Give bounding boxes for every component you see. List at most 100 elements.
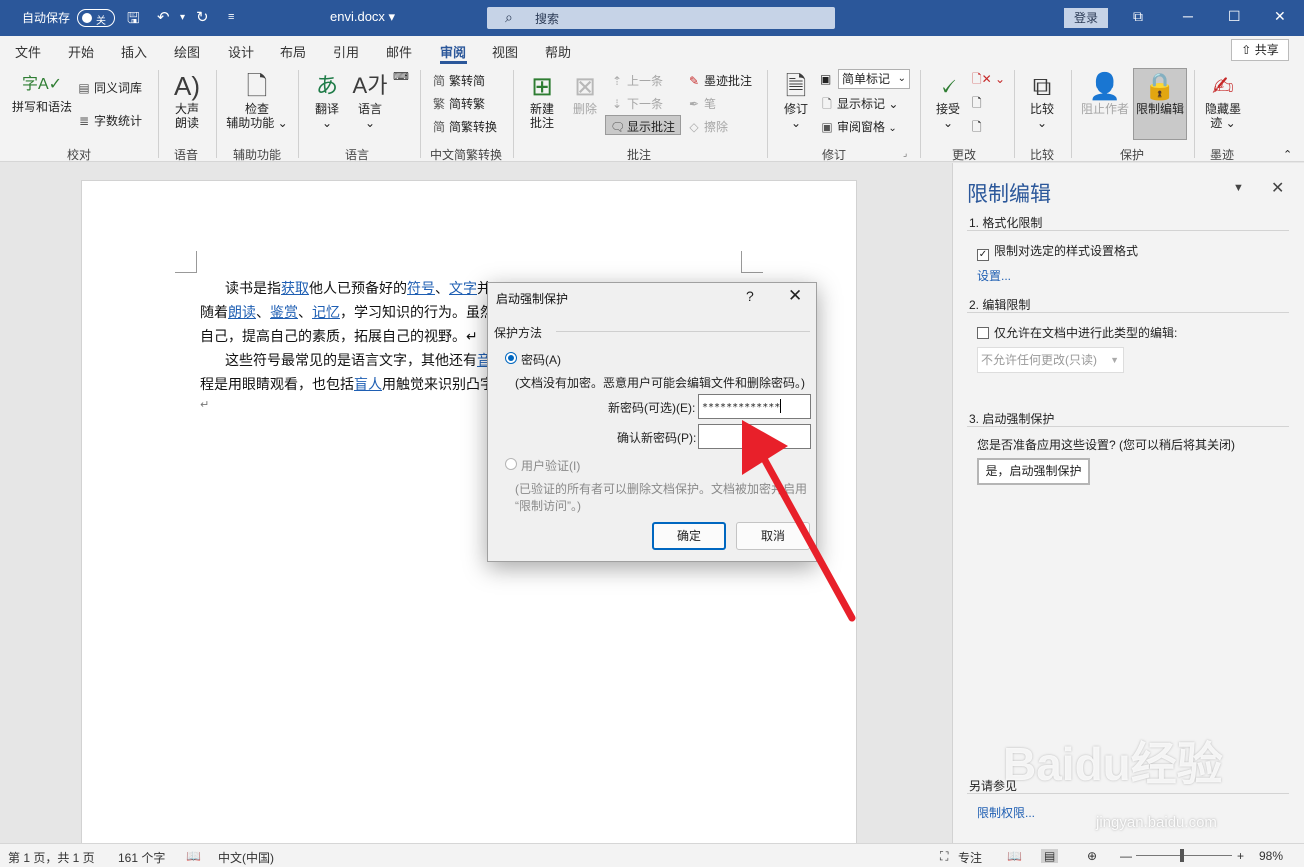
traditional-to-simplified-button[interactable]: 简繁转简	[432, 72, 485, 89]
tab-references[interactable]: 引用	[333, 42, 359, 61]
keyboard-icon[interactable]: ⌨	[393, 70, 409, 83]
edit-restriction-checkbox[interactable]: 仅允许在文档中进行此类型的编辑:	[977, 324, 1177, 341]
compare-button[interactable]: ⧉ 比较 ⌄	[1022, 70, 1062, 130]
user-auth-radio-label[interactable]: 用户验证(I)	[521, 457, 580, 474]
autosave-label: 自动保存	[22, 11, 71, 25]
save-icon[interactable]: 🖫	[127, 8, 140, 33]
next-comment-button[interactable]: ⇣ 下一条	[610, 95, 663, 112]
erase-button[interactable]: ◇ 擦除	[687, 118, 728, 135]
tab-layout[interactable]: 布局	[280, 42, 306, 61]
redo-icon[interactable]: ↻	[196, 8, 209, 26]
show-comments-button[interactable]: 🗨 显示批注	[610, 118, 675, 135]
new-password-field[interactable]: *************	[698, 394, 811, 419]
undo-dropdown-icon[interactable]: ▾	[180, 12, 185, 23]
zoom-level[interactable]: 98%	[1259, 849, 1283, 863]
tab-insert[interactable]: 插入	[121, 42, 147, 61]
password-radio[interactable]	[505, 352, 517, 364]
reject-icon[interactable]: 🗋✕ ⌄	[972, 70, 1005, 91]
close-icon[interactable]: ✕	[1274, 8, 1286, 25]
hyperlink[interactable]: 盲人	[354, 376, 382, 392]
focus-label[interactable]: 专注	[958, 849, 982, 866]
customize-qat-icon[interactable]: ≡	[228, 11, 234, 23]
help-button[interactable]: ?	[746, 288, 754, 304]
tab-file[interactable]: 文件	[15, 42, 41, 61]
close-icon[interactable]: ✕	[788, 286, 802, 306]
password-radio-label[interactable]: 密码(A)	[521, 351, 561, 368]
tab-view[interactable]: 视图	[492, 42, 518, 61]
zoom-out-button[interactable]: —	[1120, 849, 1132, 863]
hyperlink[interactable]: 记忆	[312, 304, 340, 320]
page-count[interactable]: 第 1 页，共 1 页	[8, 849, 95, 866]
format-restriction-checkbox[interactable]: ✓ 限制对选定的样式设置格式	[977, 242, 1138, 261]
cancel-button[interactable]: 取消	[736, 522, 810, 550]
hyperlink[interactable]: 鉴赏	[270, 304, 298, 320]
pen-button[interactable]: ✒ 笔	[687, 95, 716, 112]
ok-button[interactable]: 确定	[652, 522, 726, 550]
tab-mailings[interactable]: 邮件	[386, 42, 412, 61]
previous-comment-button[interactable]: ⇡ 上一条	[610, 72, 663, 89]
block-authors-button[interactable]: 👤 阻止作者	[1078, 70, 1132, 116]
simplified-to-traditional-button[interactable]: 繁简转繁	[432, 95, 485, 112]
word-count[interactable]: 161 个字	[118, 849, 165, 866]
word-count-button[interactable]: ≣ 字数统计	[77, 112, 142, 129]
hyperlink[interactable]: 文字	[449, 280, 477, 296]
thesaurus-button[interactable]: ▤ 同义词库	[77, 79, 142, 96]
language-button[interactable]: A가 语言 ⌄	[350, 70, 390, 130]
check-accessibility-button[interactable]: 🗋 检查 辅助功能 ⌄	[222, 70, 292, 130]
reviewing-pane-button[interactable]: ▣ 审阅窗格 ⌄	[820, 118, 896, 135]
read-mode-icon[interactable]: 📖	[1007, 849, 1022, 863]
conversion-button[interactable]: 简简繁转换	[432, 118, 497, 135]
share-button[interactable]: ⇧ 共享	[1231, 39, 1289, 61]
delete-comment-button[interactable]: ⊠ 删除	[565, 70, 605, 116]
print-layout-icon[interactable]: ▤	[1041, 849, 1059, 863]
read-aloud-button[interactable]: A) 大声 朗读	[165, 70, 209, 130]
restrict-editing-button[interactable]: 🔒 限制编辑	[1133, 70, 1187, 116]
show-markup-button[interactable]: 🗋 显示标记 ⌄	[820, 95, 898, 116]
tab-home[interactable]: 开始	[68, 42, 94, 61]
hyperlink[interactable]: 朗读	[228, 304, 256, 320]
accept-button[interactable]: 🗸 接受 ⌄	[928, 70, 968, 130]
hide-ink-button[interactable]: ✍ 隐藏墨 迹 ⌄	[1200, 70, 1246, 130]
track-changes-button[interactable]: 🗎 修订 ⌄	[776, 70, 816, 130]
markup-select[interactable]: 简单标记 ⌄	[838, 69, 910, 89]
previous-change-icon[interactable]: 🗋	[972, 94, 982, 115]
collapse-ribbon-icon[interactable]: ⌃	[1283, 148, 1292, 161]
tab-help[interactable]: 帮助	[545, 42, 571, 61]
login-button[interactable]: 登录	[1064, 8, 1108, 28]
restrict-permission-link[interactable]: 限制权限...	[977, 804, 1035, 821]
zoom-slider-track[interactable]	[1136, 855, 1232, 856]
language-status[interactable]: 中文(中国)	[218, 849, 274, 866]
text: ，学习知识的行为。虽然	[340, 304, 494, 320]
close-pane-icon[interactable]: ✕	[1271, 178, 1284, 198]
ribbon-display-icon[interactable]: ⧉	[1133, 8, 1143, 25]
hyperlink[interactable]: 符号	[407, 280, 435, 296]
focus-icon[interactable]: ⛶	[940, 849, 948, 864]
minimize-icon[interactable]: ─	[1183, 8, 1193, 24]
pane-options-icon[interactable]: ▼	[1233, 182, 1244, 194]
confirm-password-field[interactable]	[698, 424, 811, 449]
spelling-grammar-button[interactable]: 字A✓ 拼写和语法	[12, 70, 72, 114]
web-layout-icon[interactable]: ⊕	[1087, 849, 1097, 863]
hyperlink[interactable]: 获取	[281, 280, 309, 296]
tab-design[interactable]: 设计	[228, 42, 254, 61]
next-change-icon[interactable]: 🗋	[972, 118, 982, 139]
zoom-in-button[interactable]: +	[1237, 849, 1244, 863]
undo-icon[interactable]: ↶	[157, 8, 170, 26]
translate-button[interactable]: あ 翻译 ⌄	[307, 70, 347, 130]
ink-comment-button[interactable]: ✎ 墨迹批注	[687, 72, 752, 89]
zoom-slider-thumb[interactable]	[1180, 849, 1184, 862]
start-enforcing-button[interactable]: 是，启动强制保护	[977, 458, 1090, 485]
dialog-launcher-icon[interactable]: ⌟	[903, 148, 907, 159]
tab-draw[interactable]: 绘图	[174, 42, 200, 61]
previous-label: 上一条	[627, 74, 664, 88]
user-auth-radio[interactable]	[505, 458, 517, 470]
search-box[interactable]: ⌕ 搜索	[487, 7, 835, 29]
new-comment-button[interactable]: ⊞ 新建 批注	[521, 70, 563, 130]
document-name[interactable]: envi.docx ▾	[330, 9, 395, 25]
settings-link[interactable]: 设置...	[977, 267, 1011, 284]
maximize-icon[interactable]: ☐	[1228, 8, 1241, 25]
share-label: 共享	[1254, 43, 1279, 57]
tab-review[interactable]: 审阅	[440, 42, 466, 61]
autosave-toggle[interactable]: 关	[77, 9, 115, 27]
proofing-icon[interactable]: 📖	[186, 849, 201, 863]
